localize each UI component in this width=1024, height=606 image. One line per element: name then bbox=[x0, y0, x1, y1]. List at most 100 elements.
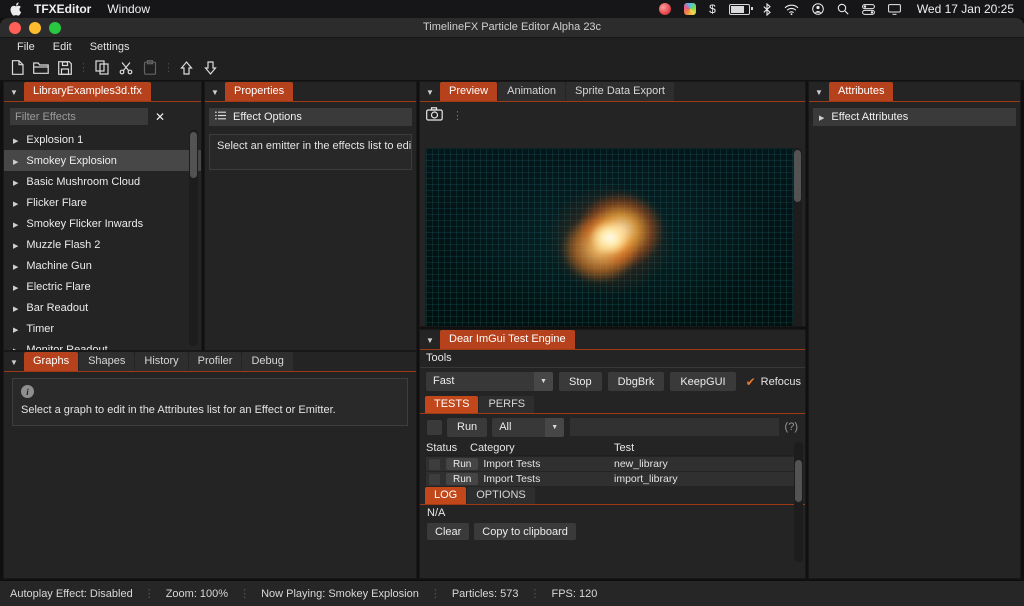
expand-icon[interactable] bbox=[13, 260, 18, 272]
minimize-button[interactable] bbox=[29, 22, 41, 34]
expand-icon[interactable] bbox=[13, 344, 18, 351]
tab-test-engine[interactable]: Dear ImGui Test Engine bbox=[440, 330, 575, 349]
window-titlebar[interactable]: TimelineFX Particle Editor Alpha 23c bbox=[0, 18, 1024, 38]
menu-file[interactable]: File bbox=[8, 41, 44, 53]
collapse-panel-icon[interactable] bbox=[205, 83, 225, 101]
scrollbar[interactable] bbox=[793, 148, 802, 326]
move-down-button[interactable] bbox=[200, 57, 221, 78]
menubar-app-name[interactable]: TFXEditor bbox=[34, 2, 91, 16]
open-file-button[interactable] bbox=[30, 57, 51, 78]
effect-item[interactable]: Basic Mushroom Cloud bbox=[4, 171, 201, 192]
user-icon[interactable] bbox=[812, 2, 824, 16]
col-test[interactable]: Test bbox=[614, 442, 799, 454]
filter-combo[interactable]: All bbox=[492, 418, 564, 437]
dbgbrk-button[interactable]: DbgBrk bbox=[608, 372, 665, 391]
test-row[interactable]: RunImport Tests import_library bbox=[426, 472, 799, 486]
expand-icon[interactable] bbox=[13, 155, 18, 167]
tab-shapes[interactable]: Shapes bbox=[79, 352, 134, 371]
run-all-checkbox[interactable] bbox=[427, 420, 442, 435]
scrollbar[interactable] bbox=[794, 442, 803, 562]
tab-sprite-data-export[interactable]: Sprite Data Export bbox=[566, 82, 674, 101]
effect-item[interactable]: Smokey Flicker Inwards bbox=[4, 213, 201, 234]
col-category[interactable]: Category bbox=[470, 442, 614, 454]
refocus-checkbox[interactable]: Refocus bbox=[746, 375, 801, 389]
scrollbar-thumb[interactable] bbox=[795, 460, 802, 502]
control-center-icon[interactable] bbox=[862, 2, 875, 16]
chevron-down-icon[interactable] bbox=[534, 372, 553, 391]
tab-history[interactable]: History bbox=[135, 352, 187, 371]
collapse-panel-icon[interactable] bbox=[809, 83, 829, 101]
row-run-button[interactable]: Run bbox=[446, 458, 478, 470]
effect-item[interactable]: Flicker Flare bbox=[4, 192, 201, 213]
tab-properties[interactable]: Properties bbox=[225, 82, 293, 101]
cut-button[interactable] bbox=[115, 57, 136, 78]
effect-options-header[interactable]: Effect Options bbox=[209, 108, 412, 126]
tab-animation[interactable]: Animation bbox=[498, 82, 565, 101]
fullscreen-button[interactable] bbox=[49, 22, 61, 34]
search-icon[interactable] bbox=[837, 2, 849, 16]
close-button[interactable] bbox=[9, 22, 21, 34]
test-row[interactable]: RunImport Tests new_library bbox=[426, 457, 799, 471]
menu-edit[interactable]: Edit bbox=[44, 41, 81, 53]
bluetooth-icon[interactable] bbox=[763, 2, 771, 16]
tab-debug[interactable]: Debug bbox=[242, 352, 292, 371]
effect-item[interactable]: Machine Gun bbox=[4, 255, 201, 276]
test-checkbox[interactable] bbox=[429, 459, 440, 470]
display-icon[interactable] bbox=[888, 2, 901, 16]
copy-clipboard-button[interactable]: Copy to clipboard bbox=[474, 523, 576, 540]
effect-item[interactable]: Explosion 1 bbox=[4, 129, 201, 150]
paste-button[interactable] bbox=[139, 57, 160, 78]
collapse-panel-icon[interactable] bbox=[4, 83, 24, 101]
expand-icon[interactable] bbox=[13, 134, 18, 146]
expand-icon[interactable] bbox=[13, 239, 18, 251]
tab-graphs[interactable]: Graphs bbox=[24, 352, 78, 371]
speed-combo[interactable]: Fast bbox=[426, 372, 553, 391]
expand-icon[interactable] bbox=[13, 302, 18, 314]
tab-attributes[interactable]: Attributes bbox=[829, 82, 893, 101]
tab-options[interactable]: OPTIONS bbox=[467, 487, 535, 504]
new-file-button[interactable] bbox=[6, 57, 27, 78]
menubar-item-window[interactable]: Window bbox=[107, 2, 150, 16]
test-checkbox[interactable] bbox=[429, 474, 440, 485]
collapse-panel-icon[interactable] bbox=[4, 353, 24, 371]
chevron-down-icon[interactable] bbox=[545, 418, 564, 437]
expand-icon[interactable] bbox=[13, 176, 18, 188]
preview-menu-dots-icon[interactable] bbox=[452, 109, 463, 122]
keepgui-button[interactable]: KeepGUI bbox=[670, 372, 735, 391]
row-run-button[interactable]: Run bbox=[446, 473, 478, 485]
effect-item[interactable]: Bar Readout bbox=[4, 297, 201, 318]
effect-item[interactable]: Timer bbox=[4, 318, 201, 339]
expand-icon[interactable] bbox=[13, 218, 18, 230]
effect-item-selected[interactable]: Smokey Explosion bbox=[4, 150, 201, 171]
tab-preview[interactable]: Preview bbox=[440, 82, 497, 101]
test-filter-input[interactable] bbox=[569, 417, 779, 437]
preview-viewport[interactable] bbox=[425, 148, 794, 326]
menubar-clock[interactable]: Wed 17 Jan 20:25 bbox=[917, 2, 1014, 16]
effect-item[interactable]: Electric Flare bbox=[4, 276, 201, 297]
scrollbar-thumb[interactable] bbox=[190, 132, 197, 178]
effect-item[interactable]: Monitor Readout bbox=[4, 339, 201, 350]
copy-button[interactable] bbox=[91, 57, 112, 78]
effect-item[interactable]: Muzzle Flash 2 bbox=[4, 234, 201, 255]
save-button[interactable] bbox=[54, 57, 75, 78]
expand-icon[interactable] bbox=[13, 323, 18, 335]
tab-library-file[interactable]: LibraryExamples3d.tfx bbox=[24, 82, 151, 101]
clear-button[interactable]: Clear bbox=[427, 523, 469, 540]
collapse-panel-icon[interactable] bbox=[420, 83, 440, 101]
tab-log[interactable]: LOG bbox=[425, 487, 466, 504]
tab-profiler[interactable]: Profiler bbox=[189, 352, 242, 371]
menubar-app-icon[interactable] bbox=[684, 3, 696, 15]
expand-icon[interactable] bbox=[819, 111, 824, 123]
apple-menu-icon[interactable] bbox=[10, 2, 22, 16]
effect-attributes-header[interactable]: Effect Attributes bbox=[813, 108, 1016, 126]
wifi-icon[interactable] bbox=[784, 2, 799, 16]
stop-button[interactable]: Stop bbox=[559, 372, 602, 391]
menu-settings[interactable]: Settings bbox=[81, 41, 139, 53]
scrollbar[interactable] bbox=[189, 130, 198, 346]
run-button[interactable]: Run bbox=[447, 418, 487, 437]
tab-perfs[interactable]: PERFS bbox=[479, 396, 534, 413]
battery-icon[interactable] bbox=[729, 4, 750, 15]
col-status[interactable]: Status bbox=[426, 442, 470, 454]
camera-icon[interactable] bbox=[426, 107, 443, 124]
scrollbar-thumb[interactable] bbox=[794, 150, 801, 202]
